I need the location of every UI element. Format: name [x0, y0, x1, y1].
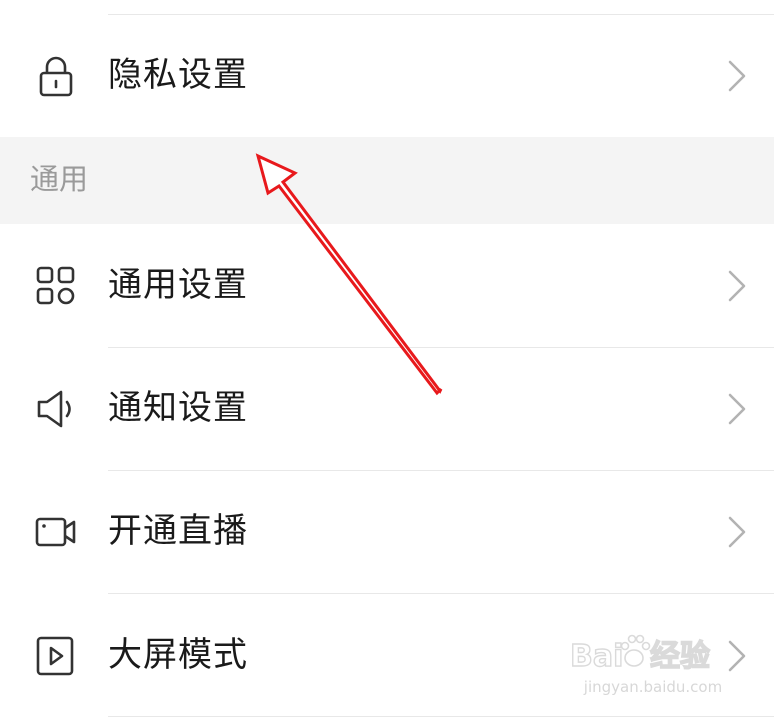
privacy-settings-label: 隐私设置	[108, 55, 248, 95]
big-screen-mode-label: 大屏模式	[108, 635, 248, 675]
notification-settings-item[interactable]: 通知设置	[0, 349, 774, 469]
camera-icon	[34, 510, 78, 554]
svg-text:Bai: Bai	[570, 639, 623, 674]
settings-page: 隐私设置 通用 通用设置 通知设置 开通直播 大屏模式 Bai 经验 jingy…	[0, 0, 774, 718]
grid-icon	[34, 264, 78, 308]
general-settings-label: 通用设置	[108, 265, 248, 305]
chevron-right-icon	[722, 512, 752, 552]
baidu-paw-logo-icon: Bai 经验	[569, 634, 711, 675]
divider	[108, 716, 774, 717]
divider	[108, 347, 774, 348]
notification-settings-label: 通知设置	[108, 388, 248, 428]
baidu-watermark: Bai 经验 jingyan.baidu.com	[568, 628, 738, 704]
speaker-icon	[34, 387, 78, 431]
chevron-right-icon	[722, 266, 752, 306]
section-title: 通用	[30, 162, 89, 196]
svg-text:经验: 经验	[650, 639, 710, 674]
play-screen-icon	[34, 634, 78, 678]
watermark-url: jingyan.baidu.com	[583, 678, 723, 696]
section-header-general: 通用	[0, 137, 774, 224]
lock-icon	[34, 55, 78, 99]
chevron-right-icon	[722, 389, 752, 429]
start-live-item[interactable]: 开通直播	[0, 472, 774, 592]
start-live-label: 开通直播	[108, 511, 248, 551]
divider	[108, 593, 774, 594]
chevron-right-icon	[722, 56, 752, 96]
privacy-settings-item[interactable]: 隐私设置	[0, 15, 774, 135]
general-settings-item[interactable]: 通用设置	[0, 226, 774, 346]
divider	[108, 470, 774, 471]
